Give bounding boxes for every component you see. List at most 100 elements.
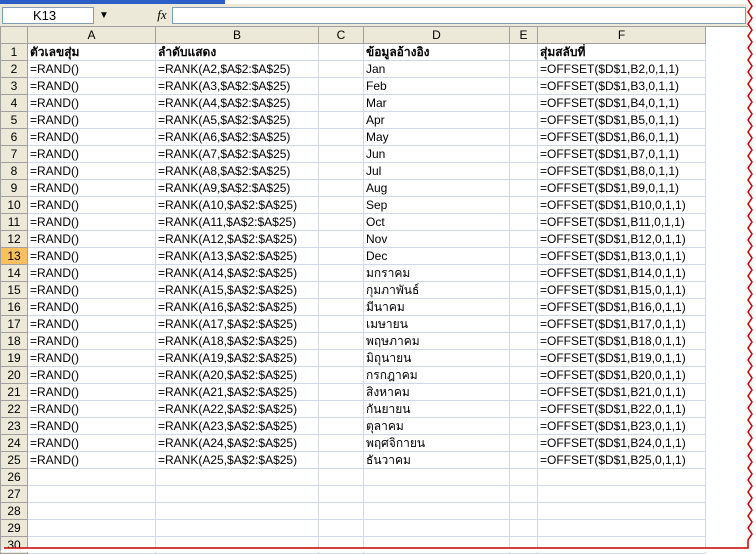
cell-f[interactable]: =OFFSET($D$1,B14,0,1,1) <box>537 264 706 282</box>
cell-f[interactable]: =OFFSET($D$1,B7,0,1,1) <box>537 145 706 163</box>
row-header[interactable]: 22 <box>0 400 28 418</box>
cell-e[interactable] <box>509 451 538 469</box>
cell-e[interactable] <box>509 400 538 418</box>
column-header-a[interactable]: A <box>27 26 156 44</box>
cell-d[interactable]: Apr <box>363 111 510 129</box>
row-header[interactable]: 9 <box>0 179 28 197</box>
cell-a[interactable]: =RAND() <box>27 417 156 435</box>
cell-f[interactable]: =OFFSET($D$1,B11,0,1,1) <box>537 213 706 231</box>
header-cell-f[interactable]: สุ่มสลับที่ <box>537 43 706 61</box>
row-header[interactable]: 7 <box>0 145 28 163</box>
cell-e[interactable] <box>509 213 538 231</box>
cell-d[interactable]: กุมภาพันธ์ <box>363 281 510 299</box>
cell-b[interactable]: =RANK(A11,$A$2:$A$25) <box>155 213 319 231</box>
row-header[interactable]: 12 <box>0 230 28 248</box>
cell-d[interactable]: ธันวาคม <box>363 451 510 469</box>
row-header[interactable]: 5 <box>0 111 28 129</box>
cell-b[interactable] <box>155 485 319 503</box>
cell-f[interactable]: =OFFSET($D$1,B18,0,1,1) <box>537 332 706 350</box>
cell-a[interactable] <box>27 519 156 537</box>
cell-b[interactable]: =RANK(A24,$A$2:$A$25) <box>155 434 319 452</box>
cell-e[interactable] <box>509 349 538 367</box>
cell-f[interactable]: =OFFSET($D$1,B16,0,1,1) <box>537 298 706 316</box>
cell-e[interactable] <box>509 281 538 299</box>
cell-a[interactable]: =RAND() <box>27 196 156 214</box>
cell-b[interactable]: =RANK(A4,$A$2:$A$25) <box>155 94 319 112</box>
cell-f[interactable]: =OFFSET($D$1,B3,0,1,1) <box>537 77 706 95</box>
cell-f[interactable]: =OFFSET($D$1,B8,0,1,1) <box>537 162 706 180</box>
cell-f[interactable]: =OFFSET($D$1,B25,0,1,1) <box>537 451 706 469</box>
cell-e[interactable] <box>509 434 538 452</box>
formula-input[interactable] <box>172 7 746 24</box>
cell-e[interactable] <box>509 519 538 537</box>
cell-f[interactable]: =OFFSET($D$1,B24,0,1,1) <box>537 434 706 452</box>
cell-e[interactable] <box>509 111 538 129</box>
row-header[interactable]: 19 <box>0 349 28 367</box>
header-cell-e[interactable] <box>509 43 538 61</box>
cell-e[interactable] <box>509 502 538 520</box>
cell-c[interactable] <box>318 485 364 503</box>
cell-c[interactable] <box>318 536 364 554</box>
cell-a[interactable]: =RAND() <box>27 60 156 78</box>
cell-b[interactable]: =RANK(A16,$A$2:$A$25) <box>155 298 319 316</box>
cell-c[interactable] <box>318 468 364 486</box>
cell-c[interactable] <box>318 230 364 248</box>
cell-b[interactable]: =RANK(A23,$A$2:$A$25) <box>155 417 319 435</box>
cell-b[interactable]: =RANK(A6,$A$2:$A$25) <box>155 128 319 146</box>
cell-a[interactable]: =RAND() <box>27 281 156 299</box>
column-header-c[interactable]: C <box>318 26 364 44</box>
row-header[interactable]: 26 <box>0 468 28 486</box>
row-header[interactable]: 29 <box>0 519 28 537</box>
cell-f[interactable]: =OFFSET($D$1,B22,0,1,1) <box>537 400 706 418</box>
cell-c[interactable] <box>318 128 364 146</box>
header-cell-a[interactable]: ตัวเลขสุ่ม <box>27 43 156 61</box>
row-header[interactable]: 10 <box>0 196 28 214</box>
cell-c[interactable] <box>318 383 364 401</box>
cell-a[interactable]: =RAND() <box>27 94 156 112</box>
cell-c[interactable] <box>318 417 364 435</box>
row-header[interactable]: 2 <box>0 60 28 78</box>
cell-d[interactable]: พฤษภาคม <box>363 332 510 350</box>
fx-icon[interactable]: fx <box>155 7 169 23</box>
cell-d[interactable]: Mar <box>363 94 510 112</box>
cell-b[interactable]: =RANK(A13,$A$2:$A$25) <box>155 247 319 265</box>
cell-d[interactable]: สิงหาคม <box>363 383 510 401</box>
cell-d[interactable] <box>363 485 510 503</box>
cell-e[interactable] <box>509 196 538 214</box>
cell-b[interactable] <box>155 519 319 537</box>
cell-f[interactable]: =OFFSET($D$1,B19,0,1,1) <box>537 349 706 367</box>
cell-b[interactable]: =RANK(A5,$A$2:$A$25) <box>155 111 319 129</box>
cell-a[interactable]: =RAND() <box>27 162 156 180</box>
row-header[interactable]: 30 <box>0 536 28 554</box>
cell-f[interactable]: =OFFSET($D$1,B20,0,1,1) <box>537 366 706 384</box>
column-header-f[interactable]: F <box>537 26 706 44</box>
cell-d[interactable] <box>363 468 510 486</box>
cell-c[interactable] <box>318 162 364 180</box>
cell-c[interactable] <box>318 77 364 95</box>
cell-e[interactable] <box>509 145 538 163</box>
cell-b[interactable]: =RANK(A21,$A$2:$A$25) <box>155 383 319 401</box>
cell-f[interactable]: =OFFSET($D$1,B5,0,1,1) <box>537 111 706 129</box>
cell-d[interactable]: มีนาคม <box>363 298 510 316</box>
cell-e[interactable] <box>509 298 538 316</box>
cell-b[interactable]: =RANK(A14,$A$2:$A$25) <box>155 264 319 282</box>
cell-d[interactable] <box>363 536 510 554</box>
cell-f[interactable] <box>537 485 706 503</box>
cell-e[interactable] <box>509 230 538 248</box>
row-header[interactable]: 6 <box>0 128 28 146</box>
cell-b[interactable]: =RANK(A20,$A$2:$A$25) <box>155 366 319 384</box>
cell-e[interactable] <box>509 94 538 112</box>
cell-c[interactable] <box>318 315 364 333</box>
row-header[interactable]: 28 <box>0 502 28 520</box>
cell-d[interactable]: Feb <box>363 77 510 95</box>
cell-c[interactable] <box>318 247 364 265</box>
cell-f[interactable] <box>537 502 706 520</box>
row-header[interactable]: 15 <box>0 281 28 299</box>
row-header[interactable]: 16 <box>0 298 28 316</box>
column-header-b[interactable]: B <box>155 26 319 44</box>
cell-a[interactable] <box>27 485 156 503</box>
header-cell-d[interactable]: ข้อมูลอ้างอิง <box>363 43 510 61</box>
cell-a[interactable]: =RAND() <box>27 434 156 452</box>
cell-f[interactable] <box>537 519 706 537</box>
cell-d[interactable]: กันยายน <box>363 400 510 418</box>
